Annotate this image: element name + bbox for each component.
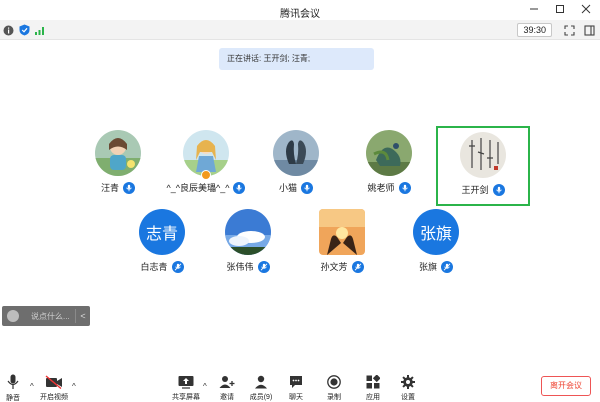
participant-tile[interactable]: 姚老师 [343, 126, 435, 206]
participant-tile[interactable]: 孙文芳 [296, 205, 388, 285]
mic-muted-icon [351, 260, 364, 273]
minimize-icon[interactable] [528, 3, 540, 15]
avatar [225, 209, 271, 255]
leave-meeting-button[interactable]: 离开会议 [541, 376, 591, 396]
invite-button[interactable]: 邀请 [210, 374, 244, 402]
settings-button[interactable]: 设置 [391, 374, 425, 402]
record-button[interactable]: 录制 [317, 374, 351, 402]
avatar [319, 209, 365, 255]
meeting-toolbar: 39:30 [0, 20, 600, 40]
security-shield-icon[interactable] [18, 24, 30, 36]
participant-name: 孙文芳 [320, 262, 348, 272]
participant-label: 白志青 [116, 260, 208, 273]
participant-label: 汪青 [72, 181, 164, 194]
participant-name: ^_^良辰美瓃^_^ [166, 183, 230, 193]
participant-label: 张伟伟 [202, 260, 294, 273]
title-bar: 腾讯会议 [0, 0, 600, 20]
chat-button[interactable]: 聊天 [279, 374, 313, 402]
meeting-timer: 39:30 [517, 23, 552, 37]
mic-icon [492, 183, 505, 196]
participant-label: 姚老师 [343, 181, 435, 194]
close-icon[interactable] [580, 3, 592, 15]
participant-tile[interactable]: 汪青 [72, 126, 164, 206]
participant-label: 小猫 [250, 181, 342, 194]
video-off-icon [45, 374, 63, 389]
mic-muted-icon [441, 260, 453, 273]
avatar [366, 130, 412, 176]
signal-icon[interactable] [34, 24, 46, 36]
participant-label: 张旗 [390, 260, 482, 273]
maximize-icon[interactable] [554, 3, 566, 15]
share-screen-icon [178, 374, 194, 389]
apps-grid-icon [366, 374, 380, 389]
collapse-arrow-icon[interactable]: < [76, 311, 90, 321]
bottom-control-bar: 静音 ^ 开启视频 ^ 共享屏幕 ^ 邀请 成员(9) 聊天 录制 应用 设置 [0, 370, 600, 402]
gear-icon [401, 374, 415, 389]
mute-options-chevron-icon[interactable]: ^ [30, 382, 34, 391]
chat-bubble-icon [289, 374, 303, 389]
participant-name: 王开剑 [461, 185, 489, 195]
record-icon [327, 374, 341, 389]
participant-name: 汪青 [100, 183, 119, 193]
app-title: 腾讯会议 [280, 9, 320, 20]
share-screen-button[interactable]: 共享屏幕 [168, 374, 204, 402]
participant-label: 王开剑 [438, 183, 528, 196]
participant-tile[interactable]: 张伟伟 [202, 205, 294, 285]
host-badge-icon [201, 170, 211, 180]
participant-name: 张伟伟 [226, 262, 254, 272]
members-icon [254, 374, 268, 389]
participant-name: 白志青 [140, 262, 168, 272]
avatar-initials: 志青 [139, 209, 185, 255]
invite-user-icon [219, 374, 235, 389]
participant-label: 孙文芳 [296, 260, 388, 273]
apps-button[interactable]: 应用 [356, 374, 390, 402]
microphone-icon [7, 374, 19, 390]
start-video-button[interactable]: 开启视频 [36, 374, 72, 402]
mute-button[interactable]: 静音 [0, 374, 30, 402]
participant-tile[interactable]: ^_^良辰美瓃^_^ [156, 126, 256, 206]
participant-tile[interactable]: 志青 白志青 [116, 205, 208, 285]
share-options-chevron-icon[interactable]: ^ [203, 382, 207, 391]
avatar [273, 130, 319, 176]
avatar [95, 130, 141, 176]
participant-name: 小猫 [278, 183, 297, 193]
mic-icon [301, 181, 313, 194]
avatar-initials: 张旗 [413, 209, 459, 255]
mic-icon [123, 181, 135, 194]
participant-label: ^_^良辰美瓃^_^ [156, 181, 256, 194]
participant-tile-selected[interactable]: 王开剑 [436, 126, 530, 206]
chat-input-bar[interactable]: 说点什么... < [2, 306, 90, 326]
mic-icon [233, 181, 246, 194]
window-controls [528, 3, 592, 15]
avatar [460, 132, 506, 178]
participant-name: 张旗 [418, 262, 437, 272]
emoji-icon[interactable] [7, 310, 19, 322]
speaking-indicator: 正在讲话: 王开剑; 汪青; [219, 48, 374, 70]
fullscreen-icon[interactable] [563, 24, 575, 36]
participant-tile[interactable]: 张旗 张旗 [390, 205, 482, 285]
chat-input[interactable]: 说点什么... [31, 311, 75, 322]
info-icon[interactable] [2, 24, 14, 36]
participant-tile[interactable]: 小猫 [250, 126, 342, 206]
sidebar-toggle-icon[interactable] [583, 24, 595, 36]
members-button[interactable]: 成员(9) [244, 374, 278, 402]
mic-icon [398, 181, 411, 194]
participant-name: 姚老师 [367, 183, 395, 193]
mic-muted-icon [257, 260, 270, 273]
video-options-chevron-icon[interactable]: ^ [72, 382, 76, 391]
mic-muted-icon [171, 260, 184, 273]
